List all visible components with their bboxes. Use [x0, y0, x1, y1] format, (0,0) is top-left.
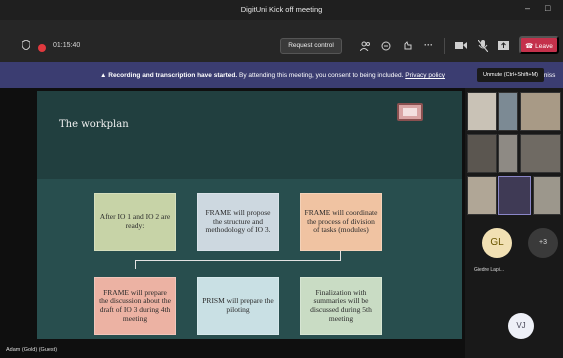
unmute-tooltip: Unmute (Ctrl+Shift+M) [477, 68, 544, 82]
mic-off-icon[interactable] [477, 39, 489, 54]
minimize-button[interactable]: – [525, 3, 530, 13]
share-icon[interactable] [498, 41, 509, 52]
reactions-icon[interactable] [403, 41, 413, 53]
toolbar-divider [444, 38, 445, 54]
camera-icon[interactable] [455, 41, 467, 52]
avatar[interactable]: GL [482, 228, 512, 258]
workplan-step-3: FRAME will coordinate the process of div… [300, 193, 382, 251]
dismiss-button[interactable]: miss [542, 72, 555, 79]
participant-video-tile[interactable] [467, 134, 497, 173]
leave-label: Leave [535, 43, 553, 50]
phone-icon: ☎ [525, 43, 534, 50]
window-titlebar: DigitUni Kick off meeting – □ [0, 0, 563, 20]
meeting-timer: 01:15:40 [53, 42, 81, 49]
slide-title: The workplan [59, 119, 129, 130]
leave-button[interactable]: ☎ Leave [519, 36, 559, 54]
shared-content-stage: The workplan After IO 1 and IO 2 are rea… [0, 88, 465, 358]
connector-arrow [135, 260, 341, 261]
participant-video-tile[interactable] [467, 92, 497, 131]
workplan-step-6: Finalization with summaries will be disc… [300, 277, 382, 335]
presenter-name: Adam (Gold) (Guest) [6, 347, 58, 353]
shield-icon [21, 39, 31, 52]
record-icon [38, 44, 46, 52]
banner-message: ▲ Recording and transcription have start… [100, 72, 445, 79]
more-participants-button[interactable]: +3 [528, 228, 558, 258]
banner-bold-text: Recording and transcription have started… [108, 72, 238, 79]
participants-icon[interactable] [359, 41, 371, 53]
connector-arrow [135, 260, 136, 269]
workplan-step-1: After IO 1 and IO 2 are ready: [94, 193, 176, 251]
participant-video-tile[interactable] [498, 134, 518, 173]
more-icon[interactable]: ··· [424, 40, 433, 50]
participant-name: Giedre Lapi... [474, 267, 505, 273]
avatar[interactable]: VJ [508, 313, 534, 339]
participant-video-tile[interactable] [533, 176, 561, 215]
participant-video-tile[interactable] [520, 92, 561, 131]
banner-text: By attending this meeting, you consent t… [239, 72, 404, 79]
chat-icon[interactable] [381, 41, 391, 53]
request-control-button[interactable]: Request control [280, 38, 342, 54]
workplan-step-2: FRAME will propose the structure and met… [197, 193, 279, 251]
participant-video-tile[interactable] [498, 176, 531, 215]
workplan-step-5: PRISM will prepare the piloting [197, 277, 279, 335]
participant-video-tile[interactable] [467, 176, 497, 215]
participant-video-tile[interactable] [498, 92, 518, 131]
participant-video-tile[interactable] [520, 134, 561, 173]
workplan-step-4: FRAME will prepare the discussion about … [94, 277, 176, 335]
presentation-slide: The workplan After IO 1 and IO 2 are rea… [37, 91, 462, 339]
meeting-toolbar: 01:15:40 Request control ··· ☎ Leave [0, 20, 563, 62]
privacy-policy-link[interactable]: Privacy policy [405, 72, 445, 79]
warning-icon: ▲ [100, 72, 107, 79]
maximize-button[interactable]: □ [545, 3, 550, 13]
window-title: DigitUni Kick off meeting [240, 5, 323, 14]
slide-logo-icon [397, 103, 423, 121]
connector-arrow [340, 251, 341, 260]
